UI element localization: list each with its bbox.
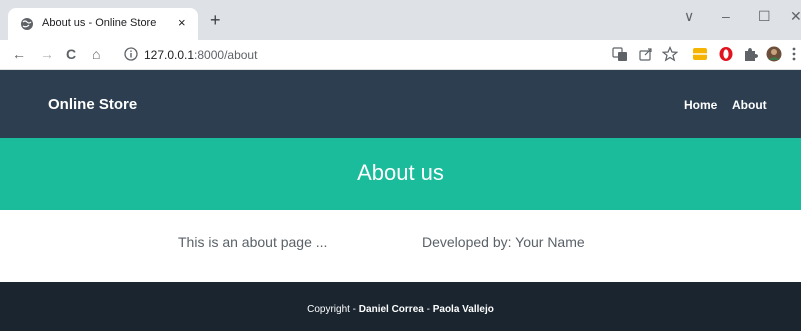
minimize-button[interactable]: – bbox=[722, 8, 730, 24]
translate-icon[interactable] bbox=[612, 46, 628, 62]
puzzle-icon[interactable] bbox=[742, 46, 758, 62]
home-button[interactable]: ⌂ bbox=[92, 46, 100, 62]
share-icon[interactable] bbox=[638, 46, 654, 62]
nav-about-link[interactable]: About bbox=[732, 98, 767, 112]
brand-link[interactable]: Online Store bbox=[48, 96, 137, 113]
developer-text: Developed by: Your Name bbox=[422, 234, 585, 250]
info-icon[interactable] bbox=[124, 47, 138, 61]
author-daniel-correa[interactable]: Daniel Correa bbox=[359, 304, 424, 315]
nav-home-link[interactable]: Home bbox=[684, 98, 717, 112]
address-bar[interactable]: 127.0.0.1:8000/about bbox=[116, 43, 756, 67]
star-icon[interactable] bbox=[662, 46, 678, 62]
browser-tab[interactable]: About us - Online Store × bbox=[8, 8, 198, 40]
menu-icon[interactable] bbox=[790, 46, 798, 62]
site-footer: Copyright - Daniel Correa - Paola Vallej… bbox=[0, 282, 801, 331]
opera-icon[interactable] bbox=[718, 46, 734, 62]
copyright-prefix: Copyright - bbox=[307, 304, 359, 315]
back-button[interactable]: ← bbox=[12, 46, 26, 62]
avatar-icon[interactable] bbox=[766, 46, 782, 62]
copyright-text: Copyright - Daniel Correa - Paola Vallej… bbox=[0, 304, 801, 315]
browser-tab-bar: About us - Online Store × + ∨ – ☐ ✕ bbox=[0, 0, 801, 40]
about-text: This is an about page ... bbox=[178, 234, 328, 250]
url-path: :8000/about bbox=[194, 48, 258, 62]
reload-button[interactable]: C bbox=[66, 46, 76, 62]
page-title: About us bbox=[357, 160, 444, 185]
extension-yellow-icon[interactable] bbox=[692, 46, 708, 62]
globe-icon bbox=[21, 18, 33, 30]
url-text: 127.0.0.1:8000/about bbox=[144, 48, 257, 62]
url-host: 127.0.0.1 bbox=[144, 48, 195, 62]
new-tab-button[interactable]: + bbox=[210, 11, 221, 29]
author-paola-vallejo[interactable]: Paola Vallejo bbox=[433, 304, 494, 315]
author-separator: - bbox=[423, 304, 433, 315]
about-content: This is an about page ... Developed by: … bbox=[0, 210, 801, 282]
maximize-button[interactable]: ☐ bbox=[758, 8, 771, 24]
tab-search-icon[interactable]: ∨ bbox=[684, 8, 694, 24]
tab-close-icon[interactable]: × bbox=[178, 15, 186, 31]
close-window-button[interactable]: ✕ bbox=[790, 8, 801, 24]
site-navbar: Online Store Home About bbox=[0, 70, 801, 138]
forward-button[interactable]: → bbox=[40, 46, 54, 62]
web-page: Online Store Home About About us This is… bbox=[0, 70, 801, 331]
tab-title: About us - Online Store bbox=[42, 17, 157, 29]
browser-toolbar: ← → C ⌂ 127.0.0.1:8000/about bbox=[0, 40, 801, 70]
hero-header: About us bbox=[0, 138, 801, 210]
